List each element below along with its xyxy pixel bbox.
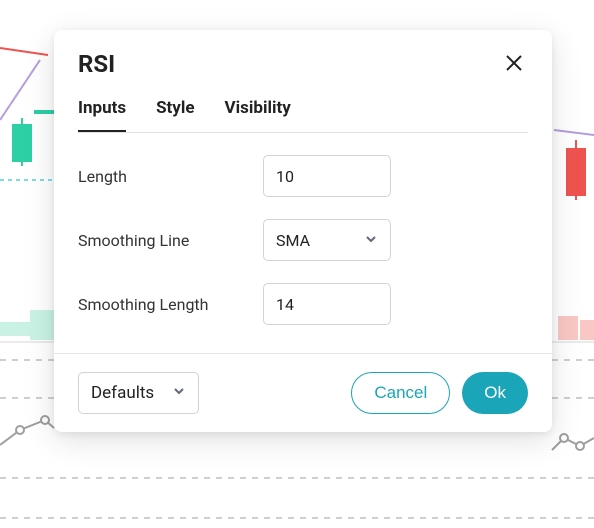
ok-button[interactable]: Ok: [462, 372, 528, 414]
cancel-button[interactable]: Cancel: [351, 372, 450, 414]
label-length: Length: [78, 167, 263, 186]
chevron-down-icon: [364, 231, 378, 250]
row-smoothing-line: Smoothing Line SMA: [78, 219, 528, 261]
tab-bar: Inputs Style Visibility: [78, 90, 528, 133]
label-smoothing-line: Smoothing Line: [78, 231, 263, 250]
input-length-value: 10: [276, 167, 294, 186]
defaults-label: Defaults: [91, 383, 154, 403]
footer-actions: Cancel Ok: [351, 372, 528, 414]
tab-inputs[interactable]: Inputs: [78, 98, 126, 132]
select-smoothing-line[interactable]: SMA: [263, 219, 391, 261]
dialog-body: Length 10 Smoothing Line SMA Smoothing L…: [54, 133, 552, 353]
dialog-footer: Defaults Cancel Ok: [54, 353, 552, 432]
select-smoothing-line-value: SMA: [276, 231, 310, 250]
input-smoothing-length-value: 14: [276, 295, 294, 314]
indicator-settings-dialog: RSI Inputs Style Visibility Length 10 Sm…: [54, 30, 552, 432]
close-icon: [504, 53, 524, 76]
dialog-header: RSI: [54, 30, 552, 90]
chevron-down-icon: [172, 383, 186, 403]
row-smoothing-length: Smoothing Length 14: [78, 283, 528, 325]
defaults-dropdown[interactable]: Defaults: [78, 372, 199, 414]
input-length[interactable]: 10: [263, 155, 391, 197]
tab-style[interactable]: Style: [156, 98, 194, 132]
dialog-title: RSI: [78, 50, 115, 78]
row-length: Length 10: [78, 155, 528, 197]
tab-visibility[interactable]: Visibility: [225, 98, 291, 132]
input-smoothing-length[interactable]: 14: [263, 283, 391, 325]
label-smoothing-length: Smoothing Length: [78, 295, 263, 314]
close-button[interactable]: [500, 50, 528, 78]
